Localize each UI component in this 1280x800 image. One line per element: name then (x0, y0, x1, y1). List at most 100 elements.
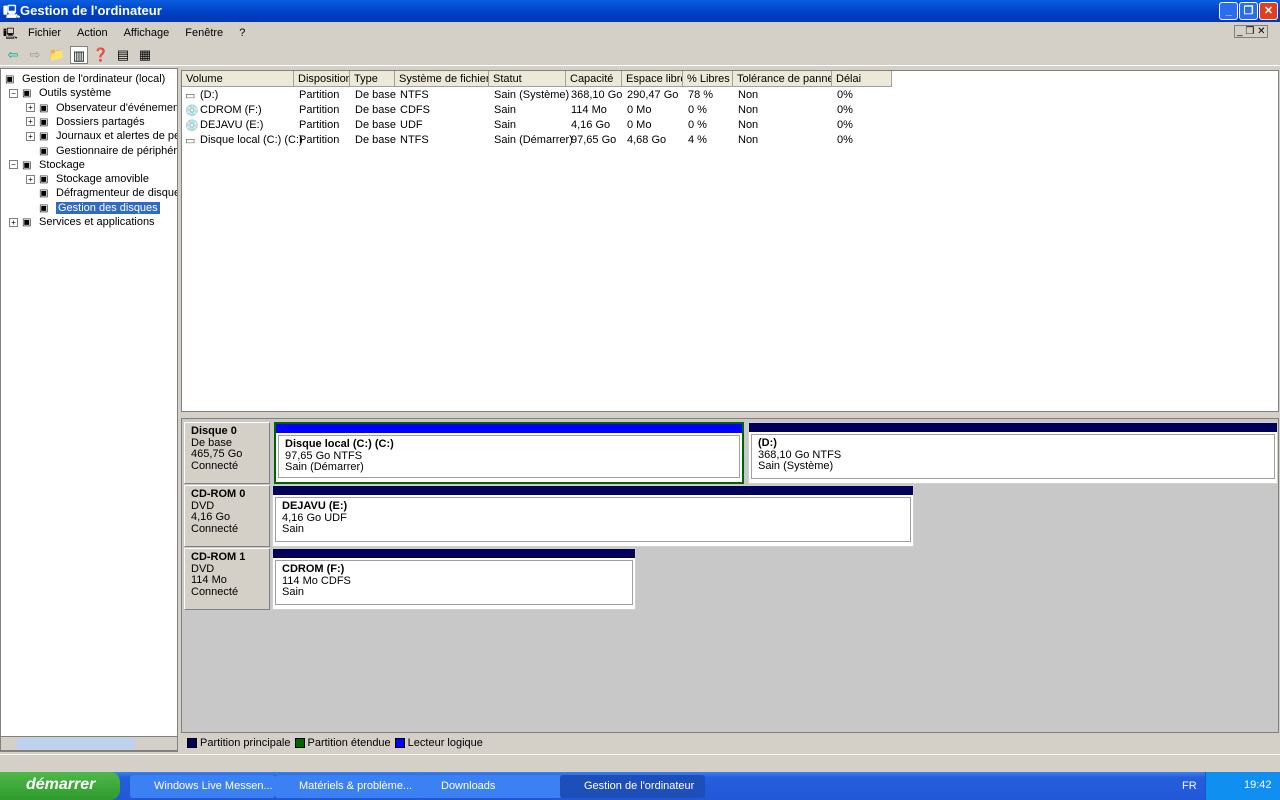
column-header[interactable]: Système de fichiers (395, 71, 489, 87)
volume-name[interactable]: Disque local (C:) (C:) (200, 134, 303, 149)
column-header[interactable]: Capacité (566, 71, 622, 87)
app-icon: 🖳 (3, 28, 18, 40)
tree-item[interactable]: + ▣ Services et applications (9, 215, 155, 229)
task-downloads[interactable]: Downloads (417, 775, 562, 798)
partition[interactable]: CDROM (F:) 114 Mo CDFS Sain (272, 548, 636, 610)
tree-item[interactable]: − ▣ Stockage (9, 158, 85, 172)
partition-body: CDROM (F:) 114 Mo CDFS Sain (275, 560, 633, 605)
column-header[interactable]: Type (350, 71, 395, 87)
tree-item[interactable]: ▣ Défragmenteur de disque (26, 186, 177, 200)
partition[interactable]: (D:) 368,10 Go NTFS Sain (Système) (748, 422, 1278, 484)
menu-action[interactable]: Action (71, 27, 114, 39)
table-cell: 4,16 Go (571, 119, 611, 131)
tree-item[interactable]: ▣ Gestion de l'ordinateur (local) (5, 72, 165, 86)
column-header[interactable]: Statut (489, 71, 566, 87)
disk-state: Connecté (191, 459, 239, 472)
expand-icon[interactable]: + (9, 217, 18, 227)
partition-size: 368,10 Go NTFS (758, 448, 842, 461)
minimize-button[interactable]: _ (1219, 2, 1238, 20)
legend-label: Lecteur logique (407, 736, 483, 749)
column-header[interactable]: Disposition (294, 71, 350, 87)
column-header[interactable]: Délai (832, 71, 892, 87)
up-folder-icon[interactable]: 📁 (48, 46, 66, 64)
close-button[interactable]: ✕ (1259, 2, 1278, 20)
expand-icon[interactable]: + (26, 117, 35, 127)
tree-item[interactable]: + ▣ Observateur d'événements (26, 101, 178, 115)
tree-item-label: Outils système (39, 87, 112, 100)
cd-drive-icon: 💿 (185, 120, 199, 132)
table-cell: UDF (400, 119, 423, 131)
disk-label[interactable]: Disque 0 De base 465,75 Go Connecté (184, 422, 270, 484)
tree-item[interactable]: − ▣ Outils système (9, 86, 111, 100)
help-icon[interactable]: ❓ (92, 46, 110, 64)
expand-icon[interactable]: + (26, 131, 35, 141)
scrollbar-thumb[interactable] (17, 738, 135, 749)
legend-swatch (294, 737, 305, 748)
tree-node-icon: ▣ (39, 102, 49, 114)
volume-name[interactable]: DEJAVU (E:) (200, 119, 263, 134)
status-bar (0, 754, 1280, 772)
table-cell: 0% (837, 134, 853, 146)
tree-item[interactable]: ▣ Gestion des disques (26, 201, 160, 215)
tree-item-label: Gestion de l'ordinateur (local) (22, 73, 166, 85)
window-title: Gestion de l'ordinateur (20, 3, 162, 18)
tree-item[interactable]: + ▣ Journaux et alertes de perfo (26, 129, 177, 143)
collapse-icon[interactable]: − (9, 160, 18, 170)
column-header[interactable]: Espace libre (622, 71, 683, 87)
start-button[interactable]: démarrer (0, 772, 120, 800)
tree-item-label: Services et applications (39, 216, 155, 228)
tree-item[interactable]: + ▣ Dossiers partagés (26, 115, 145, 129)
forward-icon[interactable]: ⇨ (26, 46, 44, 64)
menu-fenetre[interactable]: Fenêtre (179, 27, 229, 39)
tree-node-icon: ▣ (39, 202, 49, 214)
disk-label[interactable]: CD-ROM 0 DVD 4,16 Go Connecté (184, 485, 270, 547)
partition-status: Sain (Système) (758, 460, 834, 472)
table-cell: Partition (299, 89, 340, 101)
menu-fichier[interactable]: Fichier (22, 27, 67, 39)
table-cell: Partition (299, 104, 340, 116)
tree-horizontal-scrollbar[interactable] (0, 736, 178, 751)
hard-disk-icon: ▭ (185, 90, 196, 102)
partition-type-bar (273, 486, 913, 495)
disk-name: CD-ROM 0 (191, 488, 246, 500)
volume-list: Volume Disposition Type Système de fichiers… (181, 70, 1279, 412)
task-messenger[interactable]: Windows Live Messen... (130, 775, 275, 798)
legend: Partition principale Partition étendue Lec… (181, 733, 1279, 752)
table-cell: Sain (Système) (494, 89, 570, 101)
collapse-icon[interactable]: − (9, 88, 18, 98)
tree-node-icon: ▣ (39, 145, 49, 157)
language-indicator[interactable]: FR (1182, 780, 1197, 792)
show-tree-icon[interactable]: ▥ (70, 45, 88, 64)
action-pane-icon[interactable]: ▤ (114, 46, 132, 64)
partition[interactable]: DEJAVU (E:) 4,16 Go UDF Sain (272, 485, 914, 547)
task-computer-management[interactable]: Gestion de l'ordinateur (560, 775, 705, 798)
volume-name[interactable]: CDROM (F:) (200, 104, 262, 119)
menu-help[interactable]: ? (233, 27, 251, 39)
tree-node-icon: ▣ (39, 174, 49, 186)
partition-type-bar (276, 424, 742, 433)
column-header[interactable]: % Libres (683, 71, 733, 87)
disk-label[interactable]: CD-ROM 1 DVD 114 Mo Connecté (184, 548, 270, 610)
column-header[interactable]: Volume (182, 71, 294, 87)
properties-icon[interactable]: ▦ (136, 46, 154, 64)
task-browser[interactable]: Matériels & problème... (275, 775, 420, 798)
task-label: Matériels & problème... (299, 780, 413, 792)
volume-name[interactable]: (D:) (200, 89, 218, 104)
column-header[interactable]: Tolérance de pannes (733, 71, 832, 87)
table-cell: 0% (837, 104, 853, 116)
tree-item-label: Gestionnaire de périphérique (56, 144, 178, 157)
expand-icon[interactable]: + (26, 103, 35, 113)
task-label: Downloads (441, 780, 496, 792)
table-cell: 368,10 Go (571, 89, 623, 101)
partition[interactable]: Disque local (C:) (C:) 97,65 Go NTFS Sain … (274, 422, 744, 484)
child-window-controls[interactable]: _ ❐ ✕ (1234, 25, 1269, 38)
tree-item[interactable]: + ▣ Stockage amovible (26, 172, 149, 186)
menu-affichage[interactable]: Affichage (118, 27, 176, 39)
table-cell: 0 Mo (627, 119, 652, 131)
tree-item[interactable]: ▣ Gestionnaire de périphérique (26, 144, 178, 158)
tree-item-label: Observateur d'événements (56, 101, 178, 114)
expand-icon[interactable]: + (26, 174, 35, 184)
back-icon[interactable]: ⇦ (4, 46, 22, 64)
maximize-button[interactable]: ❐ (1239, 2, 1258, 20)
